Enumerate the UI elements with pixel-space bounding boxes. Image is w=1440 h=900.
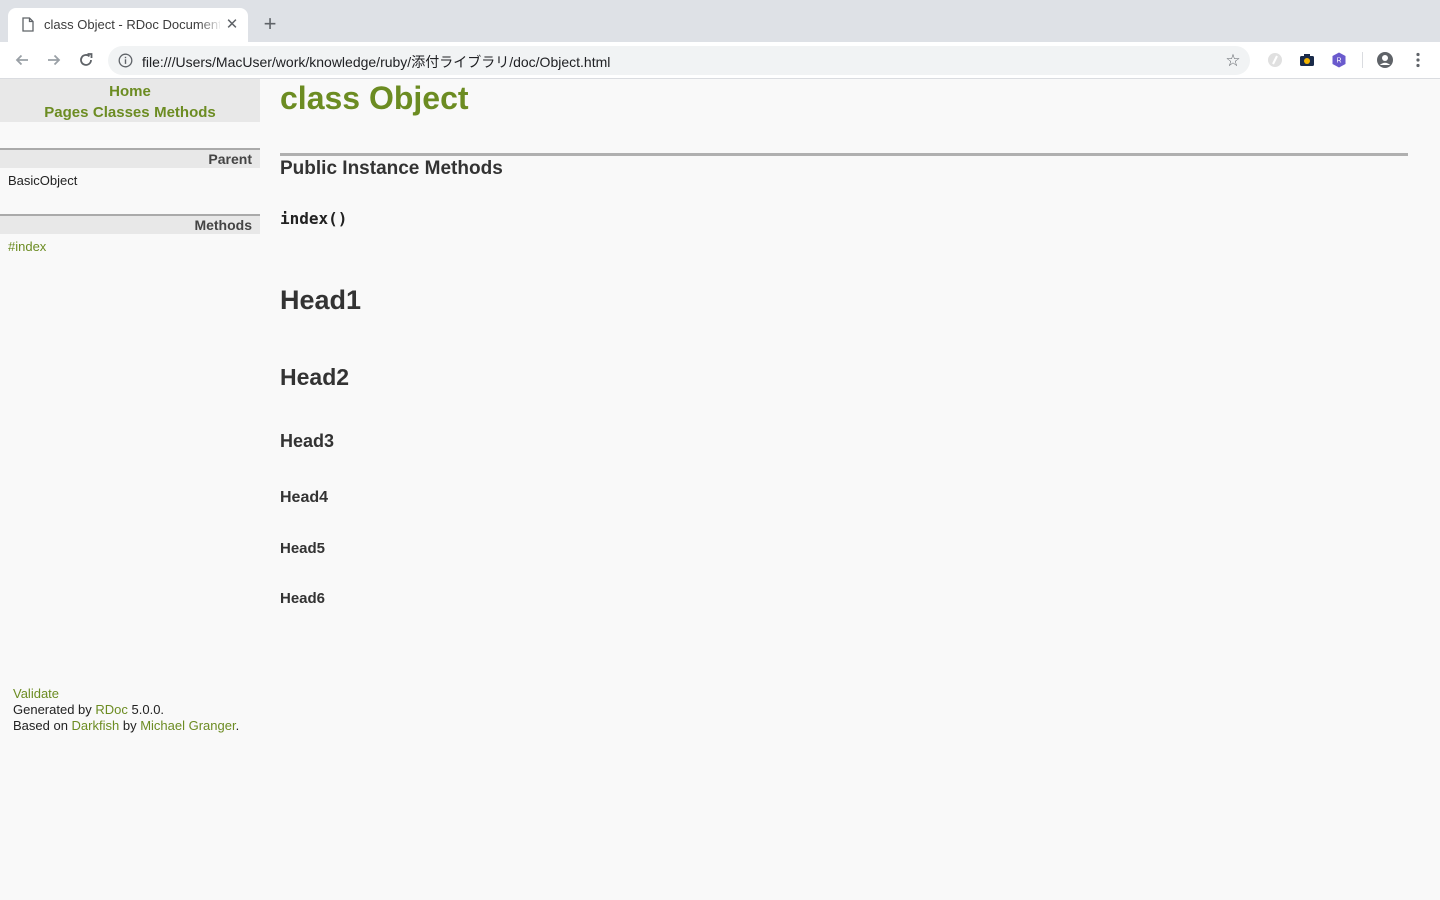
sidebar: Home Pages Classes Methods Parent BasicO… [0,79,260,256]
svg-text:R: R [1336,58,1341,65]
toolbar-divider [1362,52,1363,68]
method-signature-index[interactable]: index() [280,208,347,230]
heading-3: Head3 [280,431,335,451]
footer-based-line: Based on Darkfish by Michael Granger. [13,718,239,734]
heading-4: Head4 [280,489,329,506]
plus-icon[interactable]: + [259,13,281,35]
version-text: 5.0.0. [127,702,165,717]
nav-pages-link[interactable]: Pages [44,104,88,121]
section-divider [280,153,1408,156]
kebab-menu-icon[interactable] [1407,49,1429,71]
extension-icon[interactable] [1264,49,1286,71]
address-bar[interactable]: file:///Users/MacUser/work/knowledge/rub… [108,46,1250,75]
parent-class: BasicObject [8,173,78,188]
heading-1: Head1 [280,285,362,315]
by-text: by [119,718,141,733]
shield-extension-icon[interactable]: R [1328,49,1350,71]
info-icon[interactable] [118,53,133,68]
generated-by-text: Generated by [13,702,96,717]
nav-row-index: Pages Classes Methods [0,102,260,124]
heading-2: Head2 [280,364,350,390]
tab-title-fade [198,14,222,36]
nav-home-link[interactable]: Home [109,83,151,100]
star-icon[interactable]: ☆ [1222,50,1244,72]
validate-link[interactable]: Validate [13,686,59,701]
browser-toolbar: file:///Users/MacUser/work/knowledge/rub… [0,42,1440,79]
url-text[interactable]: file:///Users/MacUser/work/knowledge/rub… [142,52,610,72]
close-icon[interactable]: ✕ [224,17,240,33]
profile-icon[interactable] [1374,49,1396,71]
browser-tab-bar: class Object - RDoc Documentation ✕ + [0,0,1440,42]
page-title: class Object [280,80,469,116]
heading-5: Head5 [280,540,326,557]
footer-validate-line: Validate [13,686,239,702]
heading-6: Head6 [280,590,326,607]
arrow-left-icon[interactable] [11,49,33,71]
nav-methods-link[interactable]: Methods [154,104,216,121]
reload-icon[interactable] [75,49,97,71]
camera-extension-icon[interactable] [1296,49,1318,71]
based-on-text: Based on [13,718,72,733]
darkfish-link[interactable]: Darkfish [72,718,120,733]
tab-title: class Object - RDoc Documentation [44,17,220,32]
rdoc-link[interactable]: RDoc [95,702,128,717]
period-text: . [235,718,240,733]
footer-generated-line: Generated by RDoc 5.0.0. [13,702,239,718]
public-instance-methods-heading: Public Instance Methods [280,158,503,179]
document-icon [22,17,34,32]
nav-box: Home Pages Classes Methods [0,79,260,122]
arrow-right-icon[interactable] [43,49,65,71]
methods-list: #index [0,238,260,256]
methods-heading: Methods [0,214,260,234]
author-link[interactable]: Michael Granger [140,718,235,733]
parent-heading: Parent [0,148,260,168]
browser-tab[interactable]: class Object - RDoc Documentation ✕ [8,8,248,42]
nav-classes-link[interactable]: Classes [93,104,150,121]
footer: Validate Generated by RDoc 5.0.0. Based … [13,686,239,734]
nav-row-home: Home [0,82,260,102]
method-link-index[interactable]: #index [8,239,46,254]
